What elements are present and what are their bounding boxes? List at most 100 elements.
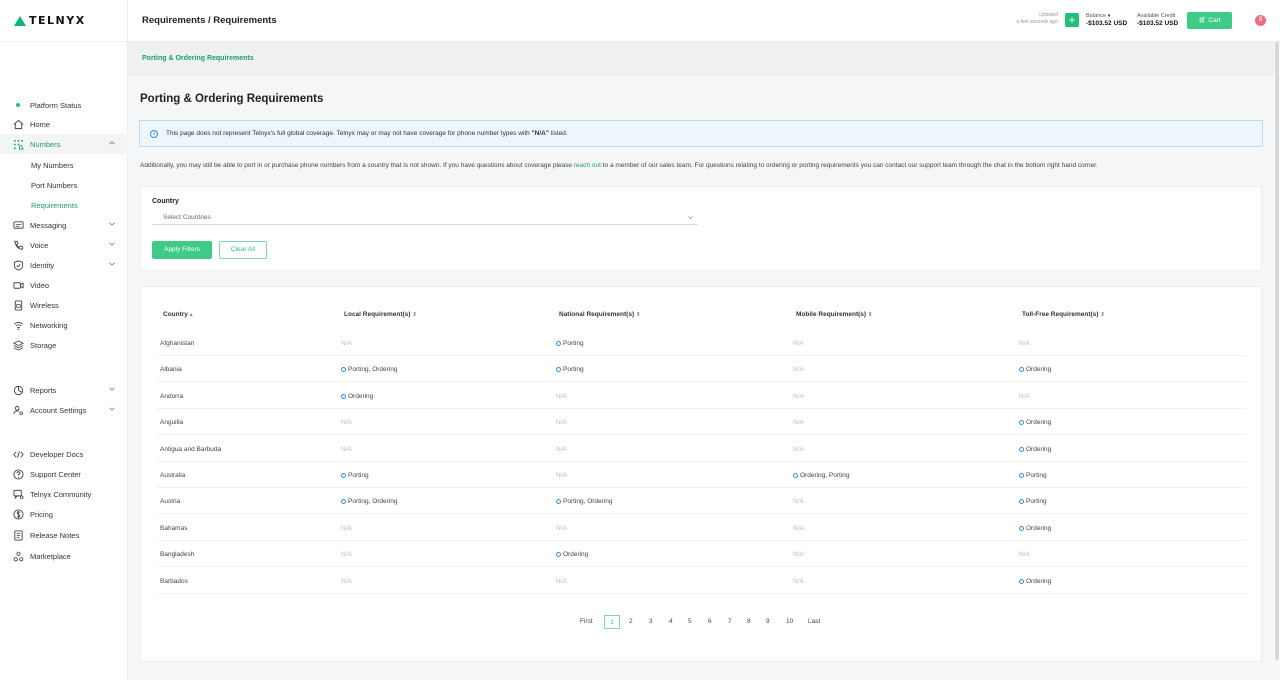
requirement-cell: N/A	[341, 578, 352, 585]
pagination-page-2[interactable]: 2	[629, 615, 633, 629]
chevron-down-icon[interactable]	[108, 220, 116, 228]
sidebar-item-reports[interactable]: Reports	[0, 380, 128, 400]
requirement-cell[interactable]: Ordering	[341, 393, 373, 400]
subnav-tab-porting-ordering[interactable]: Porting & Ordering Requirements	[142, 55, 254, 62]
sidebar-item-identity[interactable]: Identity	[0, 255, 128, 275]
chevron-down-icon[interactable]	[108, 260, 116, 268]
clear-all-button[interactable]: Clear All	[219, 241, 267, 259]
add-funds-button[interactable]: +	[1065, 13, 1079, 27]
column-header-label: Toll-Free Requirement(s)	[1022, 311, 1099, 318]
sidebar-item-release-notes[interactable]: Release Notes	[0, 525, 128, 545]
column-header-toll-free-requirement-s[interactable]: Toll-Free Requirement(s) ⇕	[1022, 311, 1105, 318]
sidebar-item-my-numbers[interactable]: My Numbers	[0, 155, 128, 175]
sidebar-item-numbers[interactable]: Numbers	[0, 134, 128, 154]
sidebar-item-account-settings[interactable]: Account Settings	[0, 400, 128, 420]
requirement-cell[interactable]: Porting, Ordering	[341, 366, 398, 373]
sidebar-item-video[interactable]: Video	[0, 275, 128, 295]
requirement-cell[interactable]: Ordering, Porting	[793, 472, 850, 479]
cell-text: Afghanistan	[160, 340, 195, 347]
country-cell: Anguilla	[160, 419, 183, 426]
cell-text: N/A	[556, 419, 567, 427]
requirement-cell[interactable]: Porting	[341, 472, 369, 479]
column-header-national-requirement-s[interactable]: National Requirement(s) ⇕	[559, 311, 641, 318]
additional-info-pre: Additionally, you may still be able to p…	[140, 162, 574, 169]
pagination-page-7[interactable]: 7	[728, 615, 732, 629]
pagination-last-button[interactable]: Last	[808, 615, 820, 629]
sidebar-item-pricing[interactable]: Pricing	[0, 504, 128, 524]
cell-text: N/A	[793, 366, 804, 374]
platform-status-label: Platform Status	[30, 100, 82, 110]
info-icon	[1019, 525, 1024, 531]
notice-text: This page does not represent Telnyx's fu…	[166, 130, 568, 137]
requirement-cell: N/A	[341, 419, 352, 426]
sidebar-item-messaging[interactable]: Messaging	[0, 215, 128, 235]
country-cell: Bangladesh	[160, 551, 194, 558]
requirement-cell: N/A	[1019, 551, 1030, 558]
column-header-local-requirement-s[interactable]: Local Requirement(s) ⇕	[344, 311, 417, 318]
country-cell: Australia	[160, 472, 185, 479]
column-header-country[interactable]: Country ▴	[163, 311, 193, 318]
requirement-cell[interactable]: Porting	[556, 366, 584, 373]
sidebar-item-wireless[interactable]: Wireless	[0, 295, 128, 315]
requirement-cell[interactable]: Ordering	[1019, 366, 1051, 373]
sidebar-item-storage[interactable]: Storage	[0, 335, 128, 355]
pagination-page-5[interactable]: 5	[688, 615, 692, 629]
user-avatar[interactable]: B	[1255, 15, 1266, 26]
sidebar-item-voice[interactable]: Voice	[0, 235, 128, 255]
sidebar-item-label: My Numbers	[31, 160, 74, 170]
cart-button[interactable]: 🛒︎ Cart	[1187, 12, 1232, 29]
scrollbar-thumb[interactable]	[1275, 42, 1279, 660]
sidebar-item-label: Wireless	[30, 300, 59, 310]
reach-out-link[interactable]: reach out	[574, 162, 601, 169]
chevron-up-icon[interactable]	[108, 139, 116, 147]
sidebar-item-requirements[interactable]: Requirements	[0, 195, 128, 215]
requirement-cell[interactable]: Ordering	[1019, 525, 1051, 532]
pagination-page-6[interactable]: 6	[708, 615, 712, 629]
pagination-page-1[interactable]: 1	[604, 615, 620, 629]
chevron-down-icon[interactable]	[108, 385, 116, 393]
sidebar-item-home[interactable]: Home	[0, 114, 128, 134]
requirement-cell[interactable]: Porting	[556, 340, 584, 347]
requirement-cell[interactable]: Ordering	[1019, 446, 1051, 453]
apply-filters-button[interactable]: Apply Filters	[152, 241, 212, 259]
requirement-cell[interactable]: Porting	[1019, 498, 1047, 505]
pagination-page-10[interactable]: 10	[786, 615, 793, 629]
sidebar-item-port-numbers[interactable]: Port Numbers	[0, 175, 128, 195]
requirement-cell[interactable]: Porting, Ordering	[556, 498, 613, 505]
cell-text: N/A	[556, 392, 567, 400]
requirement-cell[interactable]: Ordering	[556, 551, 588, 558]
country-select-placeholder: Select Countries	[163, 214, 211, 221]
chevron-down-icon[interactable]	[108, 405, 116, 413]
sidebar-item-support-center[interactable]: Support Center	[0, 464, 128, 484]
pagination-page-4[interactable]: 4	[669, 615, 673, 629]
sidebar-item-developer-docs[interactable]: Developer Docs	[0, 444, 128, 464]
code-icon	[12, 448, 24, 460]
pagination-page-8[interactable]: 8	[747, 615, 751, 629]
sidebar-item-networking[interactable]: Networking	[0, 315, 128, 335]
country-label: Country	[152, 198, 179, 205]
cell-text: Albania	[160, 366, 182, 374]
sidebar-item-label: Release Notes	[30, 530, 80, 540]
sidebar-item-marketplace[interactable]: Marketplace	[0, 546, 128, 566]
chevron-down-icon[interactable]	[108, 240, 116, 248]
sort-icon: ⇕	[635, 312, 641, 318]
requirement-cell[interactable]: Porting, Ordering	[341, 498, 398, 505]
table-row: Bangladesh N/A Ordering N/A N/A	[157, 541, 1247, 568]
pagination-page-9[interactable]: 9	[766, 615, 770, 629]
requirement-cell[interactable]: Ordering	[1019, 578, 1051, 585]
cell-text: N/A	[341, 340, 352, 347]
balance[interactable]: Balance ● -$103.52 USD	[1086, 12, 1127, 28]
pagination-page-3[interactable]: 3	[649, 615, 653, 629]
scrollbar[interactable]	[1274, 42, 1280, 660]
requirement-cell[interactable]: Porting	[1019, 472, 1047, 479]
column-header-mobile-requirement-s[interactable]: Mobile Requirement(s) ⇕	[796, 311, 872, 318]
cell-text: Porting	[563, 366, 584, 374]
pagination-first-button[interactable]: First	[580, 615, 593, 629]
platform-status[interactable]: Platform Status	[0, 95, 128, 115]
requirement-cell[interactable]: Ordering	[1019, 419, 1051, 426]
telnyx-logo[interactable]: TELNYX	[0, 0, 127, 42]
sidebar-item-label: Pricing	[30, 509, 53, 519]
cell-text: N/A	[341, 551, 352, 559]
country-select[interactable]: Select Countries	[152, 211, 698, 225]
sidebar-item-telnyx-community[interactable]: Telnyx Community	[0, 484, 128, 504]
